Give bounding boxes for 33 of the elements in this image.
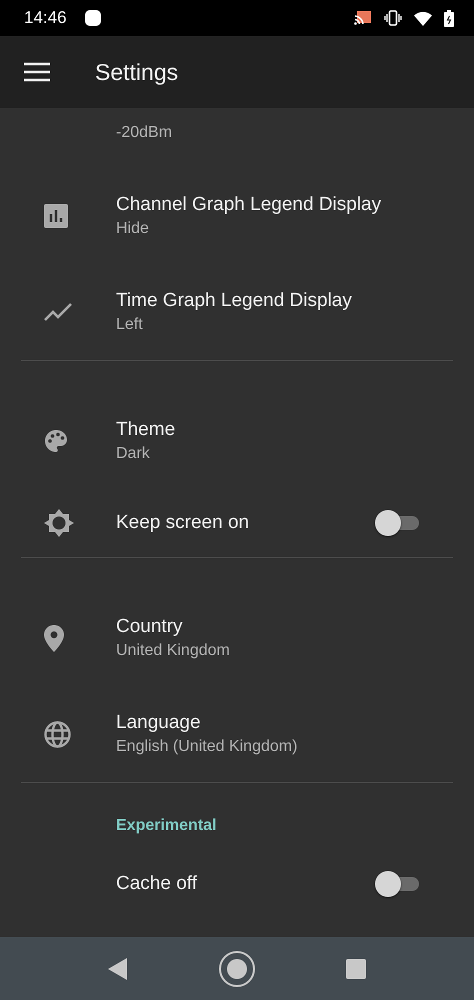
setting-summary: United Kingdom bbox=[116, 642, 231, 660]
setting-title[interactable]: Channel Graph Legend Display bbox=[116, 194, 474, 216]
setting-title[interactable]: Country bbox=[116, 616, 474, 638]
setting-title[interactable]: Cache off bbox=[116, 873, 375, 895]
setting-summary: English (United Kingdom) bbox=[116, 738, 298, 756]
toggle-switch[interactable] bbox=[375, 871, 419, 897]
menu-icon[interactable] bbox=[24, 62, 50, 82]
setting-summary: -20dBm bbox=[116, 124, 172, 142]
setting-title[interactable]: Language bbox=[116, 712, 474, 734]
back-icon[interactable] bbox=[108, 958, 128, 980]
setting-title[interactable]: Theme bbox=[116, 419, 474, 441]
setting-title[interactable]: Keep screen on bbox=[116, 512, 375, 534]
wifi-icon bbox=[414, 10, 432, 26]
home-icon[interactable] bbox=[218, 950, 256, 988]
setting-summary: Hide bbox=[116, 220, 150, 238]
setting-title[interactable]: Time Graph Legend Display bbox=[116, 290, 474, 312]
recents-icon[interactable] bbox=[346, 958, 366, 978]
location-pin-icon bbox=[44, 624, 64, 652]
brightness-icon bbox=[44, 508, 74, 538]
notification-icon bbox=[84, 10, 101, 26]
battery-icon bbox=[444, 10, 454, 26]
section-header: Experimental bbox=[116, 817, 216, 835]
globe-icon bbox=[44, 720, 71, 748]
cast-icon bbox=[354, 10, 372, 26]
setting-summary: Dark bbox=[116, 445, 151, 463]
toggle-switch[interactable] bbox=[375, 510, 419, 536]
vibrate-icon bbox=[384, 10, 402, 26]
bar-chart-icon bbox=[44, 204, 68, 228]
line-chart-icon bbox=[44, 303, 72, 321]
screen-title: Settings bbox=[95, 58, 178, 86]
status-time: 14:46 bbox=[24, 8, 67, 28]
setting-summary: Left bbox=[116, 316, 144, 334]
palette-icon bbox=[44, 429, 68, 453]
